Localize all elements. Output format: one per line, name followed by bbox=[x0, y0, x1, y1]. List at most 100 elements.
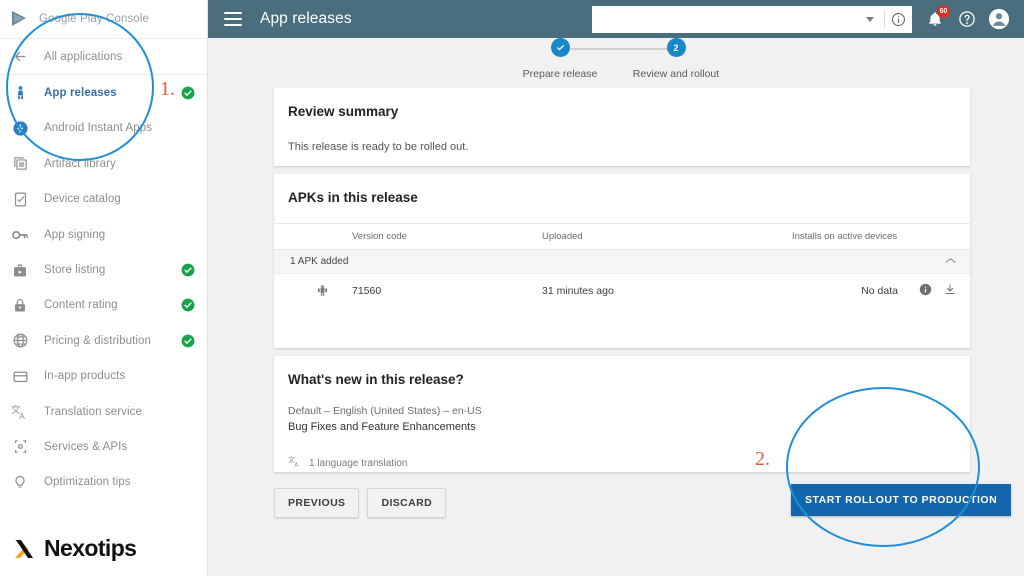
nexotips-x-icon bbox=[12, 536, 38, 562]
apks-table-head: Version code Uploaded Installs on active… bbox=[274, 224, 970, 250]
previous-button[interactable]: PREVIOUS bbox=[274, 488, 359, 518]
credit-card-icon bbox=[9, 365, 31, 387]
apks-card: APKs in this release Version code Upload… bbox=[274, 174, 970, 348]
content-rating-icon bbox=[9, 294, 31, 316]
main-content: Prepare release 2 Review and rollout Rev… bbox=[208, 38, 1024, 576]
sidebar-item-optimization-tips[interactable]: Optimization tips bbox=[0, 465, 207, 500]
top-header-bar: App releases 60 bbox=[208, 0, 1024, 38]
sidebar: Google Play Console All applications bbox=[0, 0, 208, 576]
status-check-icon bbox=[181, 86, 195, 100]
table-header-row: Version code Uploaded Installs on active… bbox=[274, 224, 970, 250]
column-header-version-code: Version code bbox=[352, 224, 542, 250]
sidebar-item-in-app-products[interactable]: In-app products bbox=[0, 359, 207, 394]
cell-installs: No data bbox=[792, 274, 906, 309]
sidebar-item-pricing-distribution[interactable]: Pricing & distribution bbox=[0, 323, 207, 358]
artifact-library-icon bbox=[9, 153, 31, 175]
translate-icon: 文 A bbox=[9, 401, 31, 423]
sidebar-item-android-instant-apps[interactable]: Android Instant Apps bbox=[0, 111, 207, 146]
app-window: Google Play Console All applications bbox=[0, 0, 1024, 576]
sidebar-item-label: Pricing & distribution bbox=[44, 335, 151, 347]
help-button[interactable] bbox=[954, 6, 980, 32]
notification-badge: 60 bbox=[937, 5, 950, 18]
step-label: Review and rollout bbox=[616, 68, 736, 80]
cell-version-code: 71560 bbox=[352, 274, 542, 309]
sidebar-item-label: In-app products bbox=[44, 370, 125, 382]
footer-actions: PREVIOUS DISCARD bbox=[274, 488, 446, 518]
sidebar-item-services-apis[interactable]: Services & APIs bbox=[0, 429, 207, 464]
step-number: 2 bbox=[667, 38, 686, 57]
download-icon[interactable] bbox=[944, 283, 956, 299]
sidebar-item-label: All applications bbox=[44, 51, 122, 63]
sidebar-item-label: Artifact library bbox=[44, 158, 116, 170]
sidebar-item-artifact-library[interactable]: Artifact library bbox=[0, 146, 207, 181]
nexotips-wordmark: Nexotips bbox=[44, 535, 136, 562]
info-circle-icon[interactable] bbox=[885, 12, 912, 27]
whats-new-title: What's new in this release? bbox=[288, 372, 956, 387]
info-icon[interactable] bbox=[919, 283, 932, 299]
status-check-icon bbox=[181, 263, 195, 277]
step-review-rollout[interactable]: 2 Review and rollout bbox=[616, 38, 736, 80]
column-header-uploaded: Uploaded bbox=[542, 224, 792, 250]
whats-new-locale: Default – English (United States) – en-U… bbox=[288, 405, 956, 417]
globe-icon bbox=[9, 330, 31, 352]
sidebar-item-label: Services & APIs bbox=[44, 441, 127, 453]
column-header-actions bbox=[906, 224, 970, 250]
notifications-button[interactable]: 60 bbox=[922, 6, 948, 32]
svg-text:A: A bbox=[294, 463, 298, 469]
step-complete-check-icon bbox=[551, 38, 570, 57]
brand-header[interactable]: Google Play Console bbox=[0, 0, 207, 38]
lightbulb-icon bbox=[9, 471, 31, 493]
review-summary-title: Review summary bbox=[288, 104, 956, 119]
start-rollout-to-production-button[interactable]: START ROLLOUT TO PRODUCTION bbox=[791, 484, 1011, 516]
annotation-number-1: 1. bbox=[160, 78, 175, 101]
search-bar[interactable] bbox=[592, 6, 912, 33]
sidebar-item-content-rating[interactable]: Content rating bbox=[0, 288, 207, 323]
translate-icon: 文 A bbox=[288, 455, 302, 472]
sidebar-item-device-catalog[interactable]: Device catalog bbox=[0, 182, 207, 217]
apks-title: APKs in this release bbox=[288, 190, 956, 205]
nexotips-watermark: Nexotips bbox=[12, 535, 136, 562]
sidebar-item-label: Android Instant Apps bbox=[44, 122, 152, 134]
hamburger-menu-icon[interactable] bbox=[224, 12, 242, 26]
sidebar-item-app-signing[interactable]: App signing bbox=[0, 217, 207, 252]
sidebar-item-label: Content rating bbox=[44, 299, 118, 311]
sidebar-item-label: Optimization tips bbox=[44, 476, 131, 488]
release-stepper: Prepare release 2 Review and rollout bbox=[208, 38, 1024, 88]
device-catalog-icon bbox=[9, 188, 31, 210]
play-console-logo-icon bbox=[9, 9, 31, 29]
chevron-up-icon[interactable] bbox=[906, 250, 970, 274]
translation-summary[interactable]: 文 A 1 language translation bbox=[288, 455, 956, 472]
row-actions bbox=[906, 283, 970, 299]
sidebar-item-translation-service[interactable]: 文 A Translation service bbox=[0, 394, 207, 429]
sidebar-item-app-releases[interactable]: App releases bbox=[0, 75, 207, 110]
discard-button[interactable]: DISCARD bbox=[367, 488, 446, 518]
apk-group-row[interactable]: 1 APK added bbox=[274, 250, 970, 274]
sidebar-item-all-applications[interactable]: All applications bbox=[0, 39, 207, 74]
sidebar-item-label: App releases bbox=[44, 87, 117, 99]
chevron-down-icon[interactable] bbox=[866, 17, 874, 22]
sidebar-item-store-listing[interactable]: Store listing bbox=[0, 252, 207, 287]
step-prepare-release[interactable]: Prepare release bbox=[500, 38, 620, 80]
table-row[interactable]: 71560 31 minutes ago No data bbox=[274, 274, 970, 309]
sidebar-item-label: App signing bbox=[44, 229, 105, 241]
step-label: Prepare release bbox=[500, 68, 620, 80]
status-check-icon bbox=[181, 334, 195, 348]
apk-group-label: 1 APK added bbox=[274, 250, 906, 274]
page-title: App releases bbox=[260, 10, 352, 28]
arrow-left-icon bbox=[9, 46, 31, 68]
store-listing-icon bbox=[9, 259, 31, 281]
cell-uploaded: 31 minutes ago bbox=[542, 274, 792, 309]
account-avatar-icon[interactable] bbox=[986, 6, 1012, 32]
services-apis-icon bbox=[9, 436, 31, 458]
search-input[interactable] bbox=[592, 6, 866, 33]
translation-count-label: 1 language translation bbox=[309, 458, 407, 469]
sidebar-item-label: Store listing bbox=[44, 264, 105, 276]
app-releases-icon bbox=[9, 82, 31, 104]
column-header-icon bbox=[274, 224, 352, 250]
apks-header: APKs in this release bbox=[274, 174, 970, 205]
status-check-icon bbox=[181, 298, 195, 312]
sidebar-item-label: Device catalog bbox=[44, 193, 121, 205]
key-icon bbox=[9, 224, 31, 246]
review-summary-text: This release is ready to be rolled out. bbox=[288, 141, 956, 153]
column-header-installs: Installs on active devices bbox=[792, 224, 906, 250]
